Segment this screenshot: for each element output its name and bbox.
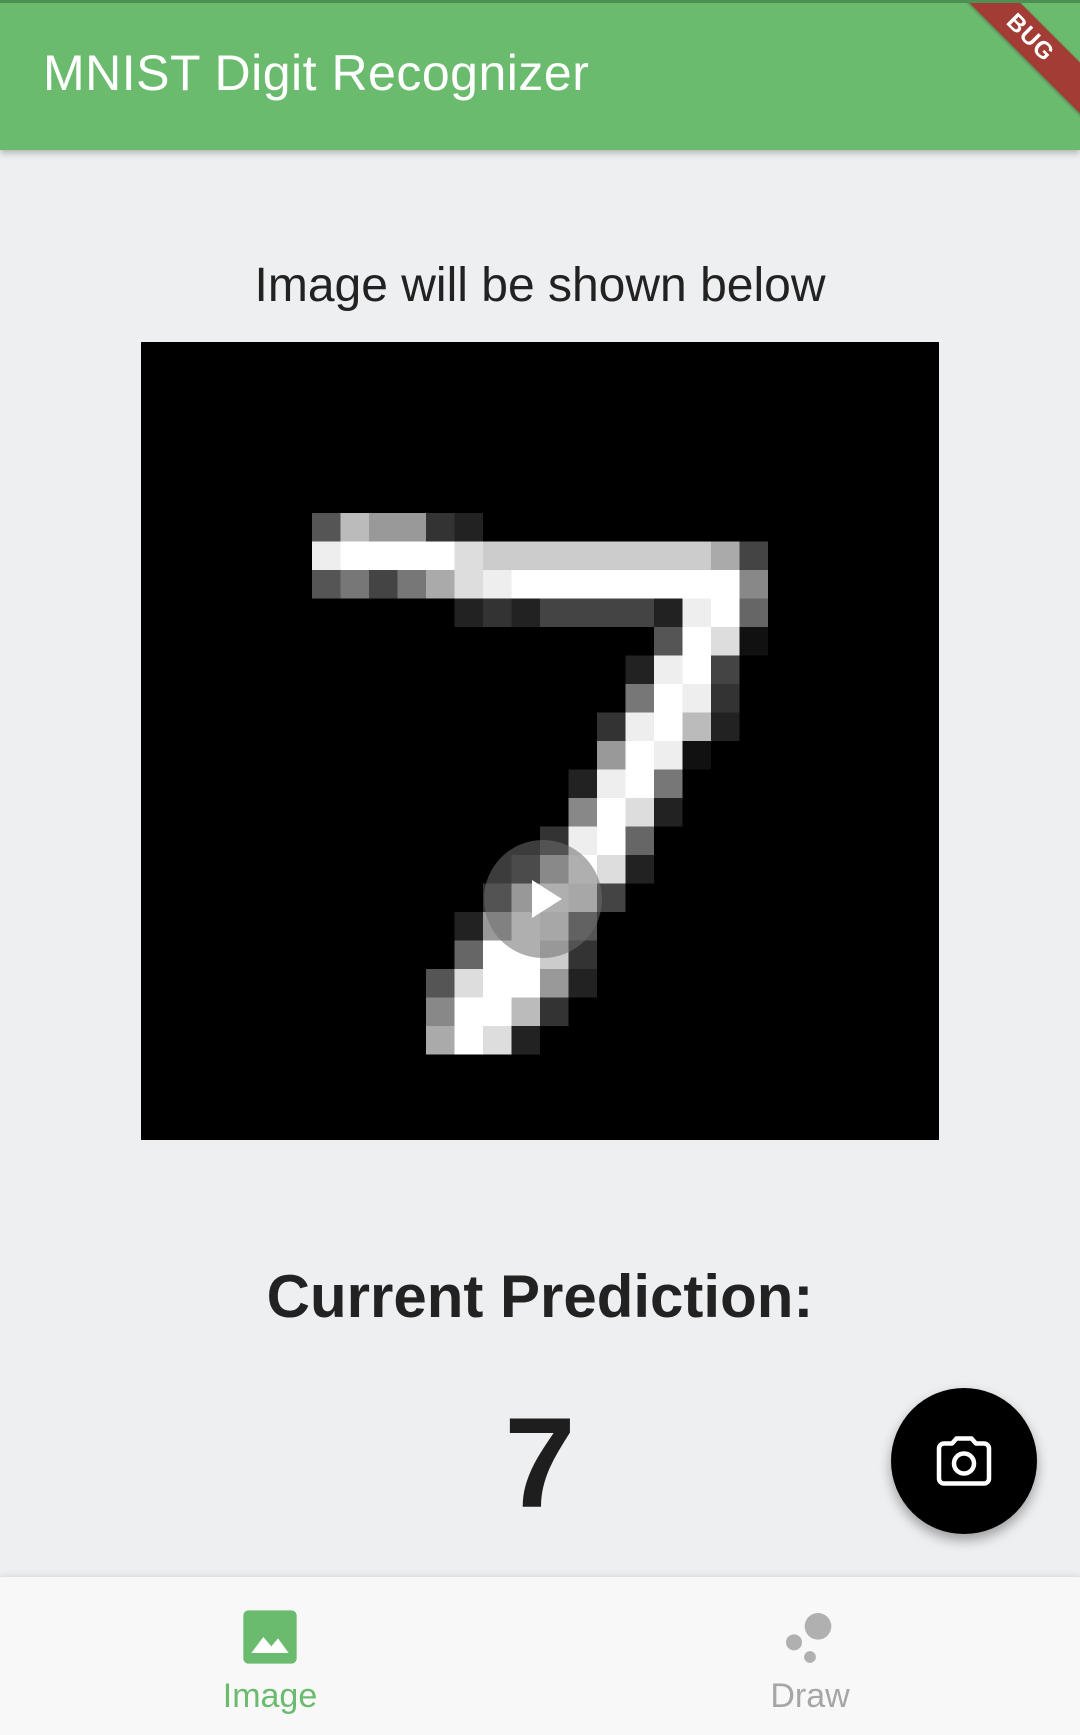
digit-seven-image: [312, 513, 768, 1055]
nav-item-draw[interactable]: Draw: [540, 1577, 1080, 1735]
app-bar: MNIST Digit Recognizer: [0, 0, 1080, 150]
image-icon: [243, 1610, 297, 1664]
nav-label-draw: Draw: [770, 1677, 850, 1715]
play-button[interactable]: [484, 840, 602, 958]
camera-button[interactable]: [891, 1388, 1037, 1534]
bottom-navigation: Image Draw: [0, 1577, 1080, 1735]
status-bar-edge: [0, 0, 1080, 3]
prediction-label: Current Prediction:: [266, 1263, 814, 1330]
play-icon: [532, 880, 562, 918]
digit-image: [141, 342, 939, 1140]
nav-item-image[interactable]: Image: [0, 1577, 540, 1735]
camera-icon: [936, 1436, 992, 1486]
draw-dots-icon: [786, 1613, 832, 1663]
app-title: MNIST Digit Recognizer: [43, 45, 590, 101]
image-caption: Image will be shown below: [254, 259, 826, 312]
nav-label-image: Image: [222, 1677, 318, 1715]
